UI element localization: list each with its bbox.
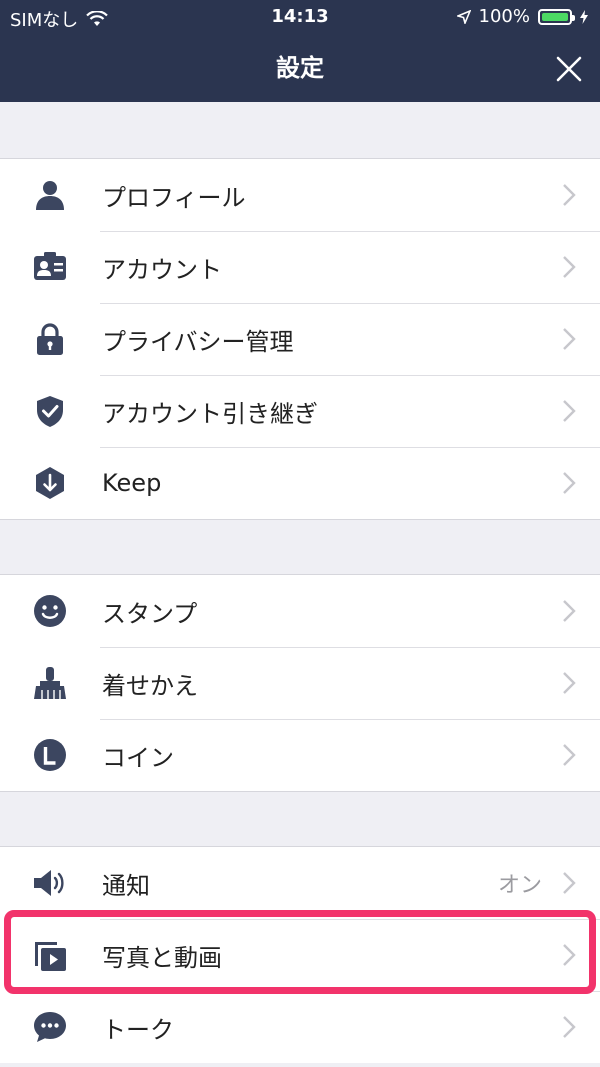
settings-section-account: プロフィール アカウント プライバシー管理 アカウント引き継ぎ Keep — [0, 158, 600, 520]
settings-section-general: 通知 オン 写真と動画 トーク — [0, 846, 600, 1063]
settings-item-coins[interactable]: コイン — [0, 719, 600, 791]
settings-item-account-transfer[interactable]: アカウント引き継ぎ — [0, 375, 600, 447]
settings-item-label: 写真と動画 — [102, 943, 222, 972]
status-bar: SIMなし 14:13 100% — [0, 0, 600, 34]
settings-item-value: オン — [497, 873, 542, 898]
chevron-right-icon — [563, 328, 576, 350]
chevron-right-icon — [563, 944, 576, 966]
chevron-right-icon — [563, 1016, 576, 1038]
speaker-icon — [34, 870, 64, 896]
location-arrow-icon — [456, 9, 471, 24]
settings-item-privacy[interactable]: プライバシー管理 — [0, 303, 600, 375]
battery-icon — [538, 8, 575, 25]
chevron-right-icon — [563, 472, 576, 494]
chevron-right-icon — [563, 872, 576, 894]
chevron-right-icon — [563, 256, 576, 278]
settings-item-keep[interactable]: Keep — [0, 447, 600, 519]
battery-percent: 100% — [478, 6, 530, 27]
chevron-right-icon — [563, 400, 576, 422]
settings-item-photos-videos[interactable]: 写真と動画 — [0, 919, 600, 991]
page-title: 設定 — [276, 54, 324, 82]
settings-item-label: 着せかえ — [102, 671, 198, 700]
settings-item-profile[interactable]: プロフィール — [0, 159, 600, 231]
settings-section-content: スタンプ 着せかえ コイン — [0, 574, 600, 792]
keep-download-icon — [36, 467, 64, 499]
settings-item-stickers[interactable]: スタンプ — [0, 575, 600, 647]
settings-item-label: アカウント引き継ぎ — [102, 399, 318, 428]
settings-item-label: プロフィール — [102, 183, 246, 212]
chevron-right-icon — [563, 184, 576, 206]
charging-bolt-icon — [580, 9, 588, 24]
settings-item-themes[interactable]: 着せかえ — [0, 647, 600, 719]
settings-item-notifications[interactable]: 通知 オン — [0, 847, 600, 919]
settings-item-label: トーク — [102, 1015, 174, 1044]
settings-item-label: コイン — [102, 743, 174, 772]
id-card-icon — [34, 252, 66, 280]
lock-icon — [37, 323, 63, 355]
status-right: 100% — [456, 6, 588, 27]
navigation-bar: SIMなし 14:13 100% 設定 — [0, 0, 600, 102]
smiley-icon — [34, 595, 66, 627]
chat-bubble-icon — [34, 1012, 66, 1042]
settings-item-label: Keep — [102, 469, 162, 497]
brush-icon — [34, 667, 66, 699]
shield-check-icon — [37, 396, 63, 427]
settings-item-label: プライバシー管理 — [102, 327, 294, 356]
settings-item-label: スタンプ — [102, 599, 198, 628]
coin-icon — [34, 739, 66, 771]
chevron-right-icon — [563, 744, 576, 766]
settings-item-label: アカウント — [102, 255, 222, 284]
photo-video-icon — [35, 942, 66, 971]
settings-item-label: 通知 — [102, 871, 150, 900]
close-icon[interactable] — [554, 54, 584, 84]
settings-item-chats[interactable]: トーク — [0, 991, 600, 1063]
chevron-right-icon — [563, 672, 576, 694]
settings-item-account[interactable]: アカウント — [0, 231, 600, 303]
chevron-right-icon — [563, 600, 576, 622]
person-icon — [36, 181, 64, 210]
